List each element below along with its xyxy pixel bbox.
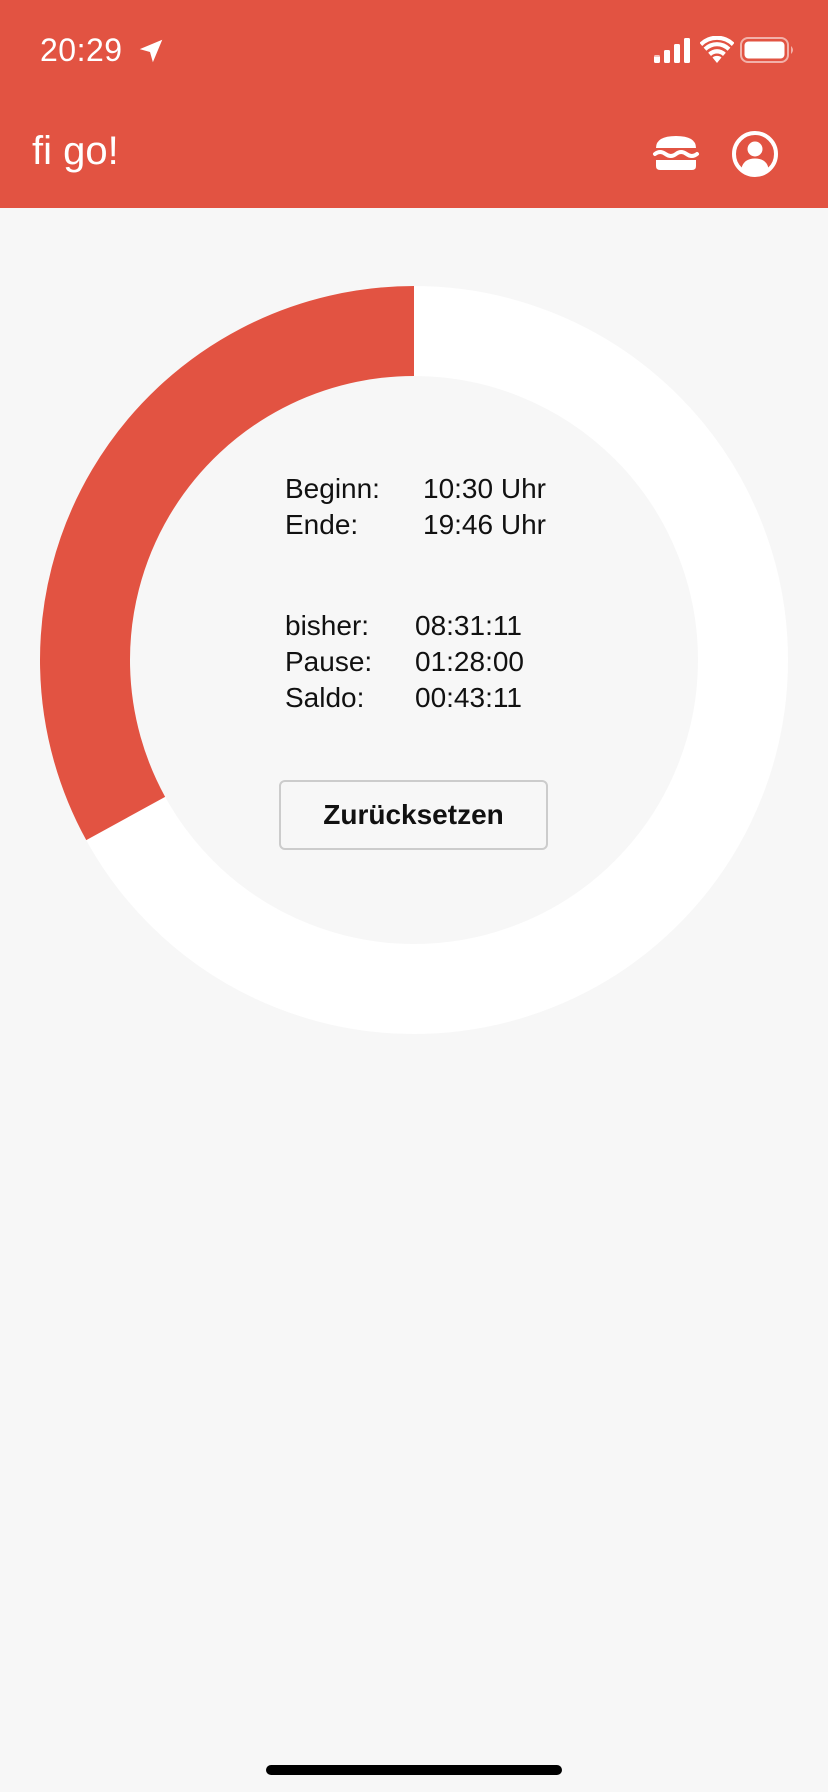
account-circle-icon [732, 131, 778, 177]
app-title: fi go! [32, 129, 119, 173]
reset-button[interactable]: Zurücksetzen [279, 780, 548, 850]
pause-label: Pause: [285, 646, 373, 677]
pause-value: 01:28:00 [415, 646, 524, 677]
elapsed-value: 08:31:11 [415, 610, 522, 641]
cellular-signal-icon [654, 38, 690, 63]
balance-label: Saldo: [285, 682, 365, 713]
status-bar: 20:29 [0, 0, 828, 100]
ring-track [40, 286, 788, 1034]
balance-value: 00:43:11 [415, 682, 522, 713]
account-button[interactable] [731, 130, 779, 178]
begin-label: Beginn: [285, 473, 380, 504]
burger-icon [653, 136, 699, 170]
location-arrow-icon [139, 39, 163, 63]
app-header: 20:29 fi go! [0, 0, 828, 208]
elapsed-label: bisher: [285, 610, 370, 641]
progress-ring [40, 286, 788, 1034]
begin-value: 10:30 Uhr [423, 473, 546, 504]
battery-icon [740, 37, 793, 63]
end-label: Ende: [285, 509, 359, 540]
ring-progress [40, 286, 415, 841]
status-time: 20:29 [40, 32, 123, 68]
home-indicator [266, 1765, 562, 1775]
wifi-icon [700, 36, 734, 63]
burger-button[interactable] [650, 128, 702, 180]
end-value: 19:46 Uhr [423, 509, 546, 540]
